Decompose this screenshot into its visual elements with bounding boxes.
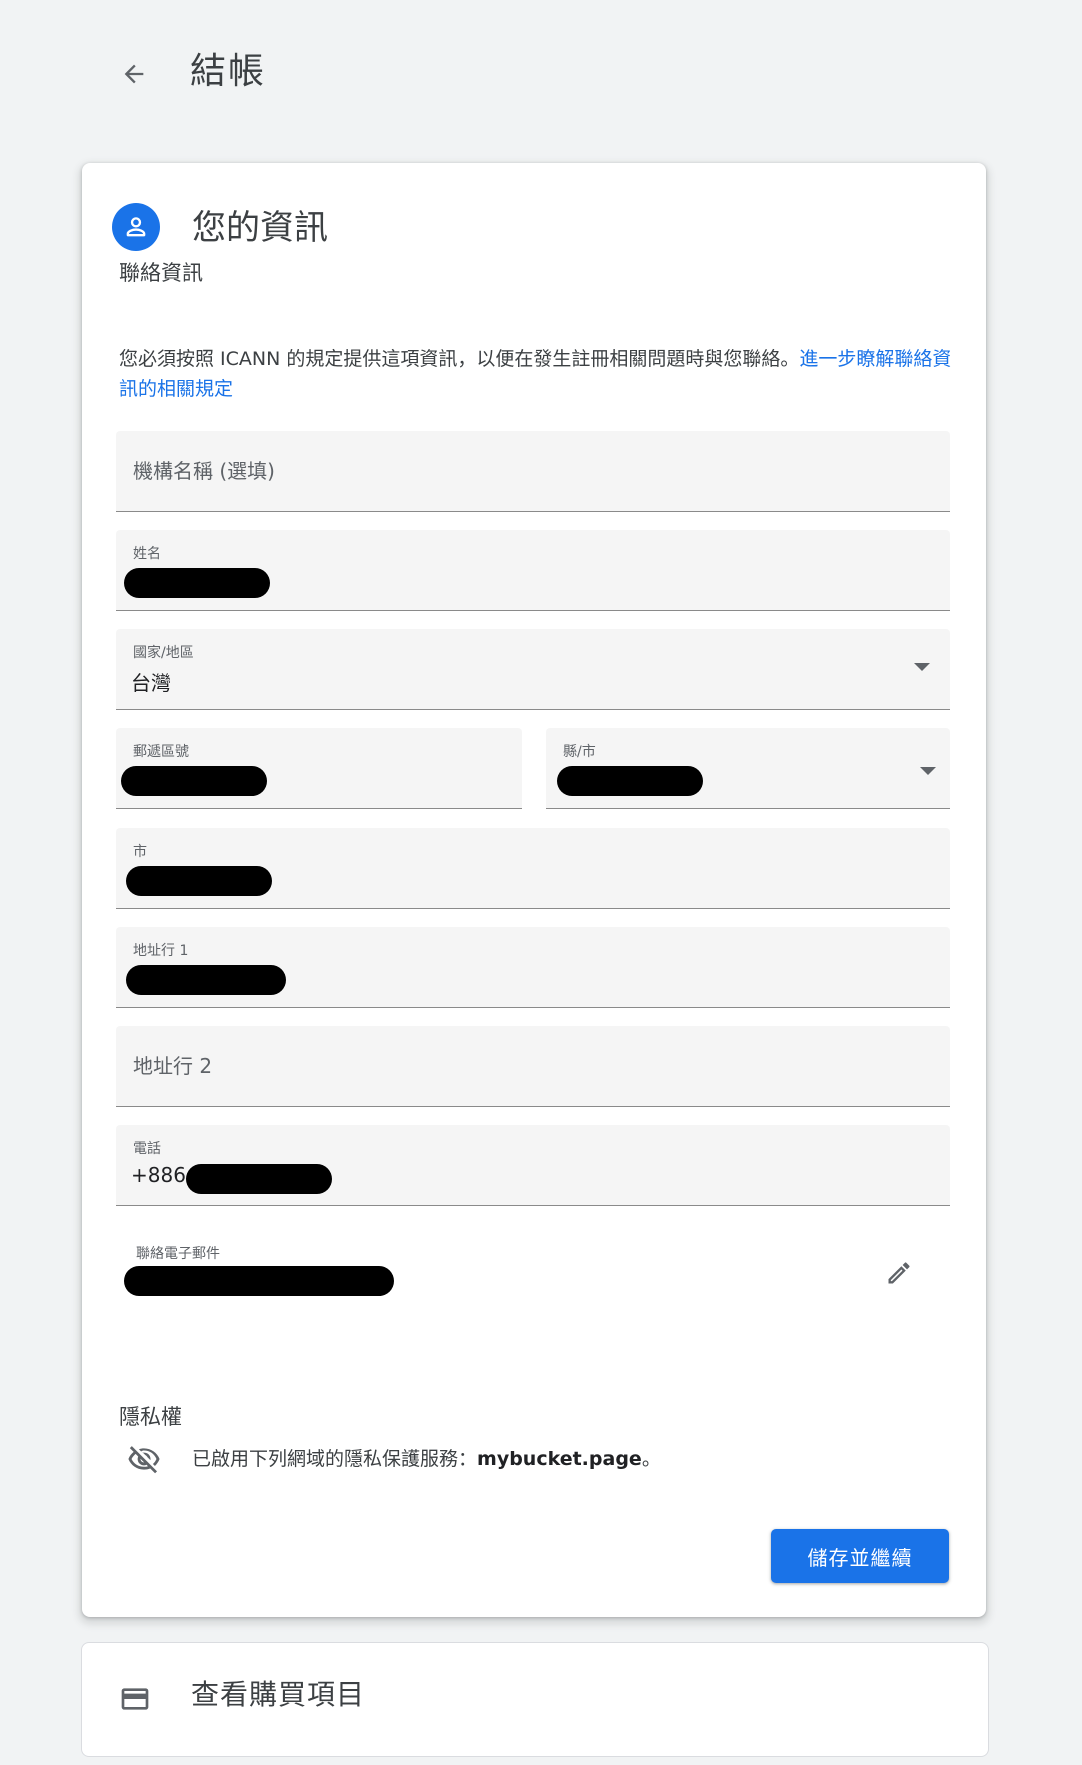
redacted-value — [186, 1164, 332, 1194]
organization-field[interactable]: 機構名稱 (選填) — [116, 431, 950, 512]
phone-prefix: +886 — [131, 1163, 186, 1187]
save-and-continue-button[interactable]: 儲存並繼續 — [771, 1529, 949, 1583]
name-field[interactable]: 姓名 — [116, 530, 950, 611]
county-select[interactable]: 縣/市 — [546, 728, 950, 809]
top-bar: 結帳 — [0, 0, 1082, 140]
dropdown-arrow-icon — [920, 767, 936, 775]
review-purchase-title: 查看購買項目 — [191, 1678, 366, 1711]
card-title: 您的資訊 — [192, 208, 328, 248]
phone-label: 電話 — [133, 1141, 161, 1157]
privacy-text: 已啟用下列網域的隱私保護服務：mybucket.page。 — [192, 1444, 661, 1471]
privacy-suffix: 。 — [641, 1448, 661, 1470]
address-line2-field[interactable]: 地址行 2 — [116, 1026, 950, 1107]
card-header: 您的資訊 — [112, 203, 912, 253]
privacy-message: 已啟用下列網域的隱私保護服務： — [192, 1448, 478, 1470]
address-line1-field[interactable]: 地址行 1 — [116, 927, 950, 1008]
organization-placeholder: 機構名稱 (選填) — [133, 459, 275, 483]
postal-code-field[interactable]: 郵遞區號 — [116, 728, 522, 809]
address-line2-placeholder: 地址行 2 — [133, 1054, 213, 1078]
page-title: 結帳 — [190, 51, 267, 92]
city-field[interactable]: 市 — [116, 828, 950, 909]
arrow-back-icon — [124, 64, 144, 84]
redacted-value — [126, 866, 272, 896]
country-value: 台灣 — [131, 671, 171, 695]
county-label: 縣/市 — [563, 744, 596, 760]
contact-email: 聯絡電子郵件 — [119, 1243, 949, 1323]
country-label: 國家/地區 — [133, 645, 194, 661]
pencil-edit-icon — [888, 1262, 910, 1284]
your-info-card: 您的資訊 聯絡資訊 您必須按照 ICANN 的規定提供這項資訊，以便在發生註冊相… — [82, 163, 986, 1617]
privacy-section-title: 隱私權 — [119, 1405, 182, 1429]
postal-code-label: 郵遞區號 — [133, 744, 189, 760]
redacted-value — [126, 965, 286, 995]
country-select[interactable]: 國家/地區 台灣 — [116, 629, 950, 710]
redacted-value — [124, 1266, 394, 1296]
city-label: 市 — [133, 844, 147, 860]
notice-text: 您必須按照 ICANN 的規定提供這項資訊，以便在發生註冊相關問題時與您聯絡。 — [119, 348, 800, 370]
credit-card-icon — [121, 1688, 149, 1710]
dropdown-arrow-icon — [914, 663, 930, 671]
address-line1-label: 地址行 1 — [133, 943, 189, 959]
visibility-off-icon — [128, 1446, 160, 1474]
edit-email-button[interactable] — [879, 1253, 919, 1293]
review-purchase-card[interactable]: 查看購買項目 — [81, 1642, 989, 1757]
phone-field[interactable]: 電話 +886 — [116, 1125, 950, 1206]
privacy-status: 已啟用下列網域的隱私保護服務：mybucket.page。 — [127, 1438, 947, 1478]
redacted-value — [121, 766, 267, 796]
person-icon — [112, 203, 160, 251]
privacy-domain: mybucket.page — [477, 1448, 642, 1470]
redacted-value — [557, 766, 703, 796]
redacted-value — [124, 568, 270, 598]
email-label: 聯絡電子郵件 — [136, 1246, 220, 1262]
back-button[interactable] — [112, 52, 156, 96]
contact-section-title: 聯絡資訊 — [119, 261, 203, 285]
name-label: 姓名 — [133, 546, 161, 562]
icann-notice: 您必須按照 ICANN 的規定提供這項資訊，以便在發生註冊相關問題時與您聯絡。進… — [119, 344, 959, 404]
